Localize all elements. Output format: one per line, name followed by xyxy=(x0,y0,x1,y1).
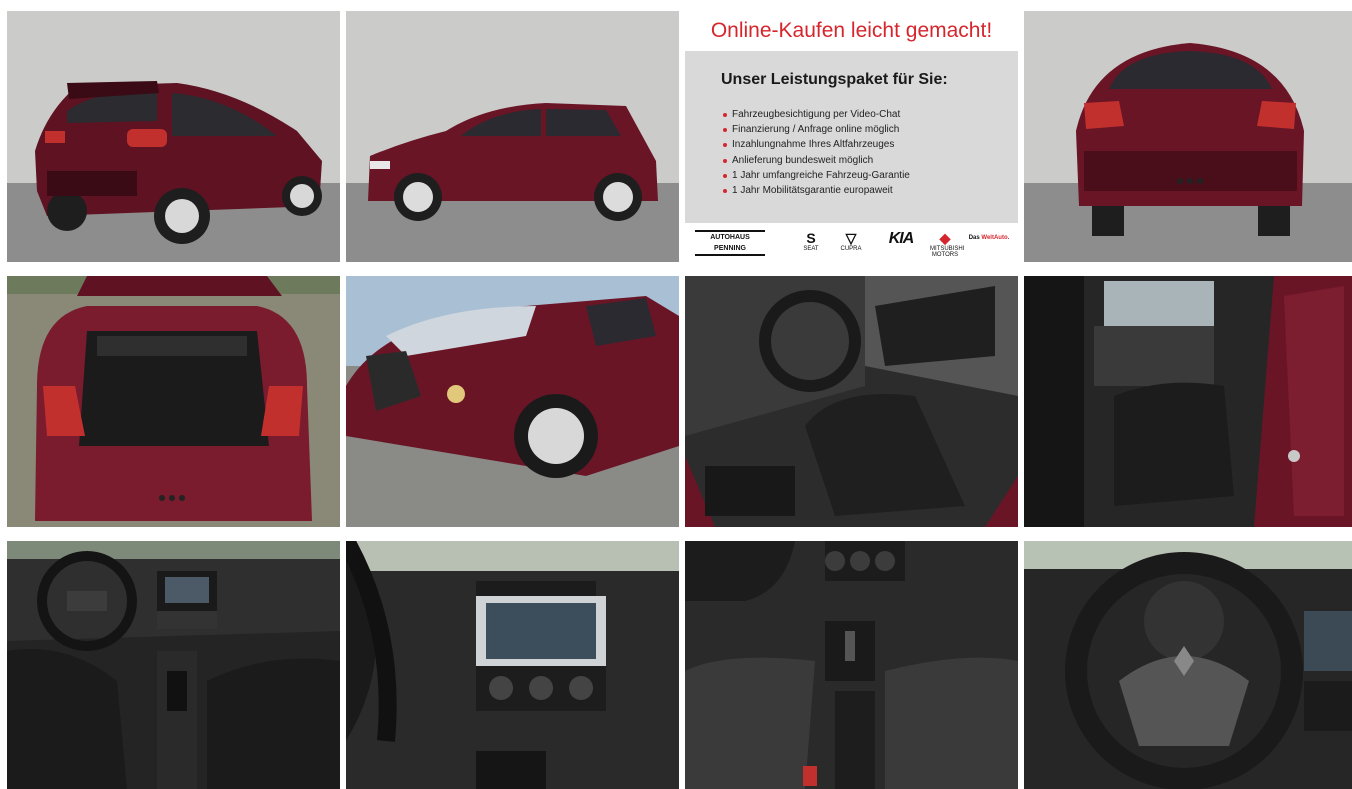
gallery-promo-banner[interactable]: Online-Kaufen leicht gemacht! Unser Leis… xyxy=(685,11,1018,262)
seat-logo: S SEAT xyxy=(797,230,825,253)
dealer-logo-line1: AUTOHAUS xyxy=(710,234,750,241)
promo-benefit-item: Anlieferung bundesweit möglich xyxy=(723,153,910,168)
promo-benefit-item: 1 Jahr Mobilitätsgarantie europaweit xyxy=(723,183,910,198)
kia-logo-label: KIA xyxy=(888,230,915,247)
gallery-photo-dashboard-overview[interactable] xyxy=(7,541,340,789)
cupra-logo: ▽ CUPRA xyxy=(835,230,867,253)
gallery-photo-front-headlight-detail[interactable] xyxy=(346,276,679,527)
mitsubishi-diamond-icon: ◆ xyxy=(939,230,951,246)
gallery-photo-steering-wheel-closeup[interactable] xyxy=(1024,541,1352,789)
promo-benefit-item: Fahrzeugbesichtigung per Video-Chat xyxy=(723,107,910,122)
dealer-logo-line2: PENNING xyxy=(714,245,746,252)
promo-footer-logos: AUTOHAUS PENNING S SEAT ▽ CUPRA KIA ◆ MI… xyxy=(685,223,1018,262)
gallery-photo-car-rear-view[interactable] xyxy=(1024,11,1352,262)
promo-title: Unser Leistungspaket für Sie: xyxy=(721,71,948,88)
promo-benefit-list: Fahrzeugbesichtigung per Video-Chat Fina… xyxy=(723,107,910,198)
das-weltauto-highlight: WeltAuto. xyxy=(981,235,1010,241)
mitsubishi-logo-label: MITSUBISHI MOTORS xyxy=(930,246,965,258)
photo-gallery: Online-Kaufen leicht gemacht! Unser Leis… xyxy=(7,11,1352,789)
mitsubishi-logo: ◆ MITSUBISHI MOTORS xyxy=(930,230,964,259)
promo-headline: Online-Kaufen leicht gemacht! xyxy=(710,19,993,42)
das-weltauto-prefix: Das xyxy=(968,235,982,241)
gallery-photo-gear-shift-front-seats[interactable] xyxy=(685,541,1018,789)
das-weltauto-logo: Das WeltAuto. xyxy=(965,235,1013,241)
promo-benefit-item: Finanzierung / Anfrage online möglich xyxy=(723,122,910,137)
seat-s-icon: S xyxy=(806,230,816,246)
seat-logo-label: SEAT xyxy=(803,246,819,252)
gallery-photo-driver-seat-interior[interactable] xyxy=(685,276,1018,527)
promo-panel: Unser Leistungspaket für Sie: Fahrzeugbe… xyxy=(685,51,1018,223)
gallery-photo-car-rear-three-quarter[interactable] xyxy=(7,11,340,262)
gallery-photo-car-side-profile[interactable] xyxy=(346,11,679,262)
cupra-triangle-icon: ▽ xyxy=(845,230,857,246)
cupra-logo-label: CUPRA xyxy=(840,246,862,252)
promo-benefit-item: Inzahlungnahme Ihres Altfahrzeuges xyxy=(723,137,910,152)
dealer-logo: AUTOHAUS PENNING xyxy=(695,230,765,256)
gallery-photo-trunk-open[interactable] xyxy=(7,276,340,527)
kia-logo: KIA xyxy=(877,230,925,247)
gallery-photo-rear-seats-interior[interactable] xyxy=(1024,276,1352,527)
promo-benefit-item: 1 Jahr umfangreiche Fahrzeug-Garantie xyxy=(723,168,910,183)
gallery-photo-infotainment-center-console[interactable] xyxy=(346,541,679,789)
